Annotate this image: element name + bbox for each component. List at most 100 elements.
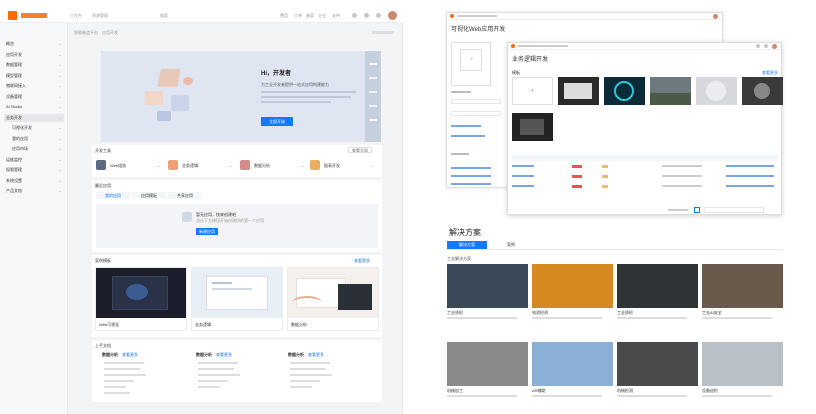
template-thumb[interactable] bbox=[742, 77, 783, 105]
sidebar-item-label: 我的应用 bbox=[12, 135, 28, 141]
sidebar-item[interactable]: 系统设置 ⌄ bbox=[4, 177, 64, 185]
sidebar-item[interactable]: 产品文档 ⌄ bbox=[4, 187, 64, 195]
sidebar-item-label: 数据管理 bbox=[6, 62, 22, 67]
template-thumb[interactable] bbox=[650, 77, 691, 105]
tab-cases[interactable]: 案例 bbox=[491, 241, 531, 249]
top-menu-item[interactable]: 资源管理 bbox=[92, 13, 108, 18]
logo-icon bbox=[8, 11, 17, 20]
message-icon[interactable] bbox=[352, 13, 357, 18]
top-menu-item[interactable]: 费用 bbox=[280, 13, 288, 18]
sidebar-item[interactable]: 运维监控 ⌄ bbox=[4, 156, 64, 164]
chevron-down-icon: ⌄ bbox=[58, 125, 62, 130]
top-menu-item[interactable]: 搜索 bbox=[160, 13, 168, 18]
sidebar-item[interactable]: 权限管理 ⌄ bbox=[4, 166, 64, 174]
breadcrumb-item[interactable]: 智能制造平台 bbox=[74, 30, 98, 35]
report-icon bbox=[310, 160, 320, 170]
avatar[interactable] bbox=[713, 14, 718, 19]
sidebar-item[interactable]: 可视化开发 ⌄ bbox=[4, 124, 64, 132]
tool-item[interactable]: 报表开发 → bbox=[310, 158, 378, 172]
section-title: 最近应用 bbox=[95, 183, 111, 188]
view-all-button[interactable]: 查看全部 bbox=[348, 147, 372, 153]
solution-card[interactable]: 电池检测 bbox=[532, 264, 613, 319]
sidebar-item[interactable]: AI Studio ⌄ bbox=[4, 103, 64, 111]
empty-desc: 点击下方按钮开始创建你的第一个应用 bbox=[196, 218, 264, 223]
sidebar-item[interactable]: 业务开发 ⌄ bbox=[4, 113, 64, 122]
top-menu-item[interactable]: 企业 bbox=[318, 13, 326, 18]
tab-solutions[interactable]: 解决方案 bbox=[447, 241, 487, 249]
notification-icon[interactable] bbox=[756, 44, 760, 48]
template-thumb[interactable] bbox=[604, 77, 645, 105]
solutions-tab-bar: 解决方案 案例 bbox=[447, 241, 783, 250]
sidebar-item[interactable]: 应用开发 ⌄ bbox=[4, 51, 64, 59]
solution-image bbox=[617, 264, 698, 308]
doc-more-link[interactable]: 查看更多 bbox=[216, 352, 232, 357]
pagination[interactable] bbox=[668, 207, 778, 213]
sidebar-item[interactable]: 我的应用 ⌄ bbox=[4, 135, 64, 143]
tool-item[interactable]: 数据分析 → bbox=[240, 158, 308, 172]
solution-card[interactable]: 机械加工 bbox=[447, 342, 528, 397]
arrow-icon: → bbox=[156, 163, 160, 168]
settings-icon[interactable] bbox=[376, 13, 381, 18]
section-title: 上手文档 bbox=[95, 343, 111, 348]
tab-shared[interactable]: 共享应用 bbox=[168, 192, 202, 199]
tab-templates[interactable]: 应用模板 bbox=[132, 192, 166, 199]
tool-item[interactable]: Web组态 → bbox=[96, 158, 164, 172]
example-card[interactable]: 数据分析 bbox=[287, 267, 379, 331]
template-thumb[interactable] bbox=[696, 77, 737, 105]
example-card[interactable]: 业务逻辑 bbox=[191, 267, 283, 331]
help-icon[interactable] bbox=[364, 13, 369, 18]
solution-card[interactable]: 工业质检 bbox=[447, 264, 528, 319]
view-more-link[interactable]: 查看更多 bbox=[762, 70, 778, 75]
section-title: 开发工具 bbox=[95, 148, 111, 153]
create-app-button[interactable]: 新建应用 bbox=[196, 228, 218, 235]
sidebar-item[interactable]: 物联网接入 ⌄ bbox=[4, 82, 64, 90]
top-menu-item[interactable]: 备案 bbox=[306, 13, 314, 18]
tab-my-apps[interactable]: 我的应用 bbox=[96, 192, 130, 199]
solution-card[interactable]: 设备巡检 bbox=[702, 342, 783, 397]
chevron-down-icon: ⌄ bbox=[58, 72, 62, 78]
template-thumb[interactable] bbox=[512, 113, 553, 141]
help-icon[interactable] bbox=[764, 44, 768, 48]
doc-more-link[interactable]: 查看更多 bbox=[308, 352, 324, 357]
hero-illustration bbox=[137, 65, 197, 123]
view-more-link[interactable]: 查看更多 bbox=[354, 258, 370, 263]
sidebar-item[interactable]: 设备管理 ⌄ bbox=[4, 93, 64, 101]
avatar[interactable] bbox=[388, 11, 397, 20]
breadcrumb-actions[interactable] bbox=[372, 31, 394, 34]
solution-card[interactable]: 工业AI安全 bbox=[702, 264, 783, 319]
avatar[interactable] bbox=[772, 44, 777, 49]
sidebar-item[interactable]: 模型管理 ⌄ bbox=[4, 72, 64, 80]
doc-more-link[interactable]: 查看更多 bbox=[122, 352, 138, 357]
template-card-blank[interactable]: + bbox=[451, 42, 491, 86]
solution-card[interactable]: 机械检测 bbox=[617, 342, 698, 397]
chevron-down-icon: ⌄ bbox=[58, 188, 62, 193]
empty-illustration-icon bbox=[182, 212, 192, 222]
sidebar-item[interactable]: 数据管理 ⌄ bbox=[4, 61, 64, 69]
example-card[interactable]: Web可视化 bbox=[95, 267, 187, 331]
brand-logo bbox=[21, 13, 47, 18]
sidebar-item[interactable]: 应用市场 ⌄ bbox=[4, 145, 64, 153]
solution-card[interactable]: AR辅助 bbox=[532, 342, 613, 397]
top-menu-item[interactable]: 工单 bbox=[294, 13, 302, 18]
solution-image bbox=[447, 264, 528, 308]
window-logo-icon bbox=[511, 44, 515, 48]
sidebar-item-label: 模型管理 bbox=[6, 72, 22, 78]
tool-item[interactable]: 业务逻辑 → bbox=[168, 158, 236, 172]
hero-start-button[interactable]: 立即开始 bbox=[261, 117, 293, 126]
sidebar-item-label: 应用开发 bbox=[6, 51, 22, 57]
doc-column-title: 数据分析 bbox=[288, 352, 304, 357]
logic-dev-window: 业务逻辑开发 模板 查看更多 + bbox=[507, 42, 783, 215]
template-thumb[interactable] bbox=[558, 77, 599, 105]
top-menu-item[interactable]: 工作台 bbox=[70, 13, 82, 18]
solution-card[interactable]: 工业质检 bbox=[617, 264, 698, 319]
template-blank[interactable]: + bbox=[512, 77, 553, 105]
chevron-down-icon: ⌄ bbox=[58, 135, 62, 141]
section-label: 模板 bbox=[512, 70, 520, 75]
breadcrumb-item[interactable]: 应用开发 bbox=[102, 30, 118, 35]
solution-image bbox=[702, 342, 783, 386]
chevron-down-icon: ⌄ bbox=[58, 51, 62, 57]
top-menu-item[interactable]: 支持 bbox=[332, 13, 340, 18]
solution-image bbox=[447, 342, 528, 386]
window-titlebar bbox=[508, 43, 781, 50]
sidebar-item[interactable]: 概览 ⌄ bbox=[4, 40, 64, 48]
